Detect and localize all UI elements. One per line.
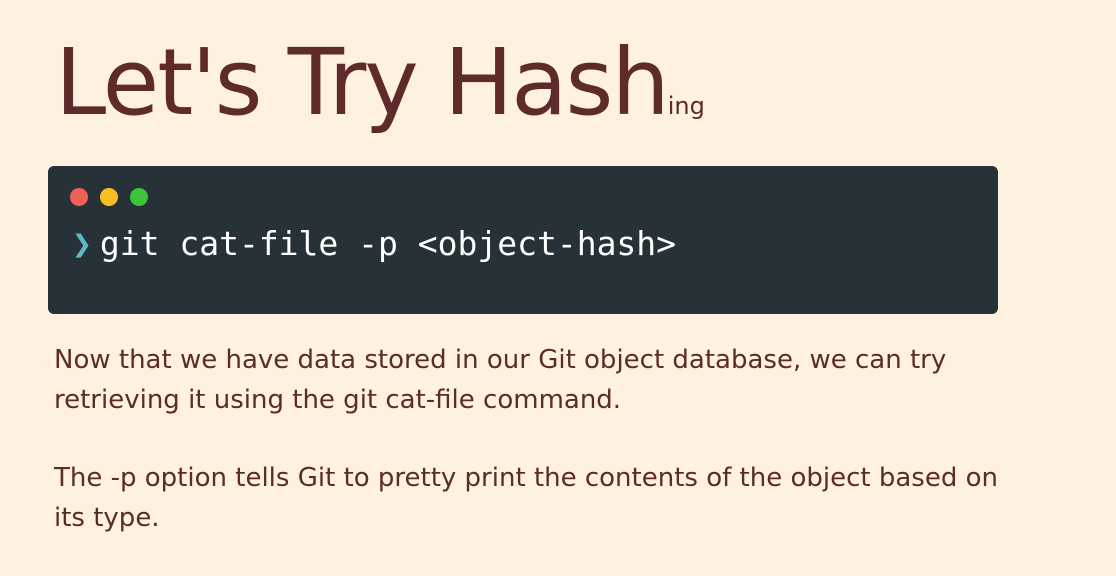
title-suffix: ing — [667, 92, 705, 120]
paragraph-intro: Now that we have data stored in our Git … — [54, 345, 947, 415]
chevron-right-icon: ❯ — [72, 224, 92, 263]
minimize-dot-icon — [100, 188, 118, 206]
title-main: Let's Try Hash — [55, 29, 670, 136]
page-title: Let's Try Hashing — [55, 28, 705, 138]
terminal-window: ❯ git cat-file -p <object-hash> — [48, 166, 998, 314]
close-dot-icon — [70, 188, 88, 206]
paragraph-option: The -p option tells Git to pretty print … — [54, 463, 998, 533]
command-text: git cat-file -p <object-hash> — [99, 224, 677, 263]
terminal-command-line: ❯ git cat-file -p <object-hash> — [72, 224, 676, 263]
maximize-dot-icon — [130, 188, 148, 206]
